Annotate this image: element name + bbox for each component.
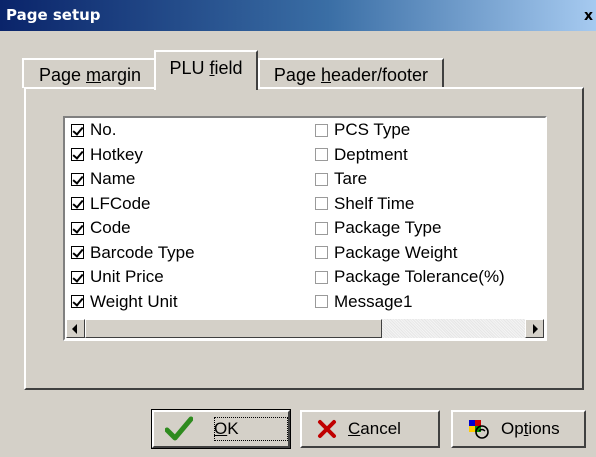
- list-item[interactable]: LFCode: [71, 192, 195, 217]
- close-button[interactable]: x: [584, 8, 596, 24]
- x-icon: [312, 414, 342, 444]
- field-label: Code: [90, 218, 131, 238]
- field-label: Package Tolerance(%): [334, 267, 505, 287]
- tab-label-pre: Page: [38, 65, 86, 85]
- list-item[interactable]: Message1: [315, 290, 505, 315]
- checkbox[interactable]: [315, 197, 328, 211]
- list-item[interactable]: Hotkey: [71, 143, 195, 168]
- options-label: Options: [501, 419, 560, 438]
- checkbox[interactable]: [71, 295, 84, 309]
- checkbox[interactable]: [71, 197, 84, 211]
- list-item[interactable]: PCS Type: [315, 118, 505, 143]
- tab-label-pre: Page: [273, 65, 321, 85]
- field-label: Name: [90, 169, 136, 189]
- list-item[interactable]: Weight Unit: [71, 290, 195, 315]
- tab-label-mnemonic: m: [86, 65, 101, 85]
- scroll-right-button[interactable]: [525, 319, 544, 338]
- list-item[interactable]: No.: [71, 118, 195, 143]
- check-icon: [164, 414, 194, 444]
- cancel-button[interactable]: Cancel: [300, 410, 440, 448]
- checkbox[interactable]: [315, 123, 328, 137]
- field-label: Package Type: [334, 218, 442, 238]
- checkbox[interactable]: [315, 270, 328, 284]
- tab-page-margin[interactable]: Page margin: [22, 58, 158, 88]
- field-column-right: PCS Type Deptment Tare Shelf Time Packag…: [315, 118, 505, 314]
- field-label: Weight Unit: [90, 291, 178, 311]
- field-label: No.: [90, 120, 117, 140]
- options-icon: [463, 414, 493, 444]
- list-item[interactable]: Unit Price: [71, 265, 195, 290]
- tab-label-post: argin: [101, 65, 142, 85]
- checkbox[interactable]: [71, 172, 84, 186]
- checkbox[interactable]: [315, 172, 328, 186]
- checkbox[interactable]: [71, 123, 84, 137]
- field-label: PCS Type: [334, 120, 411, 140]
- cancel-label: Cancel: [348, 419, 401, 438]
- scroll-left-button[interactable]: [66, 319, 85, 338]
- field-label: Package Weight: [334, 242, 458, 262]
- field-label: Deptment: [334, 144, 408, 164]
- tab-label-mnemonic: h: [320, 65, 331, 85]
- checkbox[interactable]: [315, 295, 328, 309]
- field-column-left: No. Hotkey Name LFCode Code Barcode Type…: [71, 118, 195, 314]
- checkbox[interactable]: [71, 221, 84, 235]
- list-item[interactable]: Deptment: [315, 143, 505, 168]
- list-item[interactable]: Name: [71, 167, 195, 192]
- list-item[interactable]: Code: [71, 216, 195, 241]
- field-label: Shelf Time: [334, 193, 415, 213]
- window-title: Page setup: [6, 6, 101, 24]
- list-item[interactable]: Package Type: [315, 216, 505, 241]
- checkbox[interactable]: [315, 221, 328, 235]
- field-label: Hotkey: [90, 144, 143, 164]
- plu-field-list[interactable]: No. Hotkey Name LFCode Code Barcode Type…: [63, 116, 547, 341]
- field-label: Unit Price: [90, 267, 164, 287]
- tab-label-post: ield: [214, 58, 243, 78]
- options-button[interactable]: Options: [451, 410, 586, 448]
- checkbox[interactable]: [315, 148, 328, 162]
- title-bar: Page setup x: [0, 0, 596, 31]
- field-label: LFCode: [90, 193, 151, 213]
- checkbox[interactable]: [71, 270, 84, 284]
- checkbox[interactable]: [71, 148, 84, 162]
- focus-rectangle: [214, 417, 288, 441]
- scrollbar-thumb[interactable]: [85, 319, 382, 338]
- field-label: Tare: [334, 169, 368, 189]
- list-item[interactable]: Barcode Type: [71, 241, 195, 266]
- field-label: Barcode Type: [90, 242, 195, 262]
- checkbox[interactable]: [71, 246, 84, 260]
- checkbox[interactable]: [315, 246, 328, 260]
- list-item[interactable]: Shelf Time: [315, 192, 505, 217]
- tab-label-pre: PLU: [169, 58, 210, 78]
- tab-plu-field[interactable]: PLU field: [154, 50, 258, 90]
- list-item[interactable]: Package Tolerance(%): [315, 265, 505, 290]
- list-item[interactable]: Package Weight: [315, 241, 505, 266]
- arrow-right-icon: [533, 324, 538, 334]
- ok-button[interactable]: OK: [151, 409, 291, 449]
- tab-label-post: eader/footer: [330, 65, 429, 85]
- horizontal-scrollbar[interactable]: [66, 319, 544, 338]
- tab-page-header-footer[interactable]: Page header/footer: [258, 58, 444, 88]
- list-item[interactable]: Tare: [315, 167, 505, 192]
- field-label: Message1: [334, 291, 413, 311]
- arrow-left-icon: [72, 324, 77, 334]
